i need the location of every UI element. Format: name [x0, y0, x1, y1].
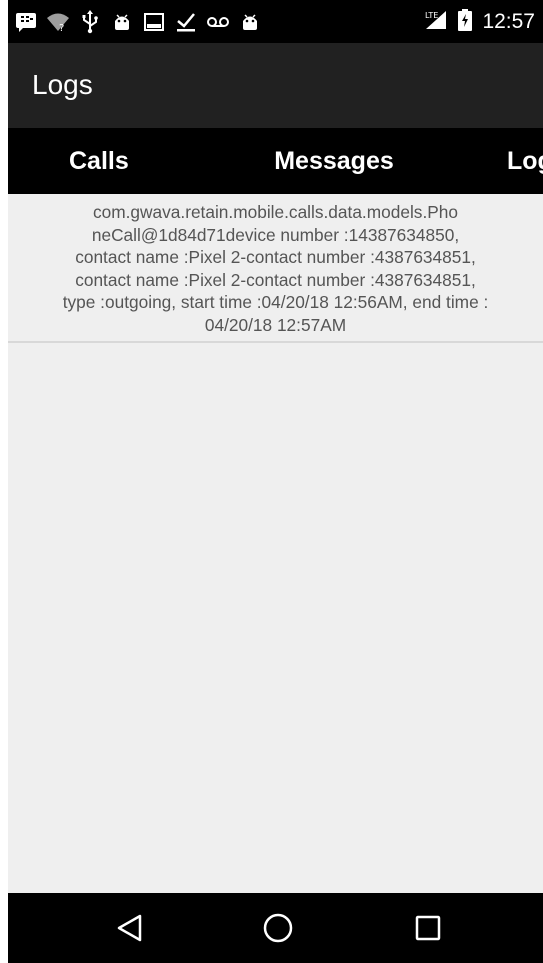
notification-icons: ? — [14, 8, 262, 36]
list-item[interactable]: com.gwava.retain.mobile.calls.data.model… — [8, 194, 543, 343]
system-status: LTE 12:57 — [424, 8, 535, 36]
status-bar: ? LTE 12:57 — [8, 0, 543, 43]
app-bar: Logs — [8, 43, 543, 128]
android-icon — [110, 10, 134, 34]
tab-calls[interactable]: Calls — [8, 128, 219, 194]
logs-list: com.gwava.retain.mobile.calls.data.model… — [8, 194, 543, 343]
phone-screen: ? LTE 12:57 Logs Calls Messages Lo com.g… — [8, 0, 543, 963]
battery-icon — [458, 8, 473, 36]
page-title: Logs — [32, 69, 93, 100]
signal-icon: LTE — [424, 9, 448, 36]
home-icon[interactable] — [258, 908, 298, 948]
navigation-bar — [8, 893, 543, 963]
back-icon[interactable] — [110, 908, 150, 948]
wifi-icon: ? — [46, 10, 70, 34]
recents-icon[interactable] — [408, 908, 448, 948]
bbm-icon — [14, 10, 38, 34]
voicemail-icon — [206, 10, 230, 34]
download-done-icon — [174, 10, 198, 34]
svg-text:LTE: LTE — [425, 11, 438, 20]
android-icon — [238, 10, 262, 34]
svg-text:?: ? — [59, 23, 64, 33]
status-time: 12:57 — [482, 10, 535, 33]
tab-bar: Calls Messages Logs — [8, 128, 543, 194]
tab-messages[interactable]: Messages — [219, 128, 449, 194]
image-icon — [142, 10, 166, 34]
usb-icon — [78, 10, 102, 34]
tab-logs[interactable]: Logs — [449, 128, 543, 194]
